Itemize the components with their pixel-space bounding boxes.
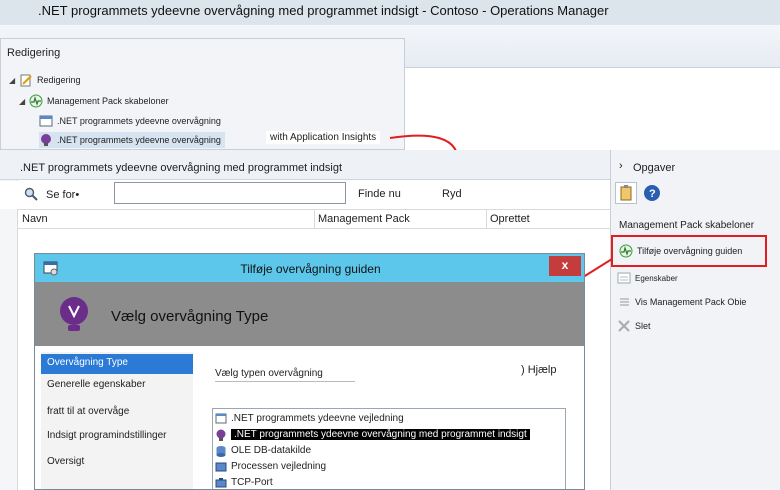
tasks-section-header: Management Pack skabeloner	[619, 220, 755, 231]
list-item-label: Processen vejledning	[231, 461, 327, 472]
step-summary[interactable]: Oversigt	[41, 453, 193, 473]
task-label: Tilføje overvågning guiden	[637, 246, 743, 256]
list-item-label: TCP-Port	[231, 477, 273, 488]
tree-item-label: .NET programmets ydeevne overvågning	[57, 116, 221, 126]
search-bar: Se for• Finde nu Ryd	[0, 181, 610, 209]
task-delete[interactable]: Slet	[617, 319, 651, 333]
list-item-selected[interactable]: .NET programmets ydeevne overvågning med…	[215, 427, 530, 442]
help-link[interactable]: ) Hjælp	[521, 364, 556, 376]
view-header: .NET programmets ydeevne overvågning med…	[0, 150, 610, 180]
task-label: Vis Management Pack Obie	[635, 297, 747, 307]
svg-text:?: ?	[649, 188, 656, 200]
list-item-label: .NET programmets ydeevne vejledning	[231, 413, 404, 424]
lightbulb-icon	[39, 133, 53, 147]
wizard-banner: Vælg overvågning Type	[35, 282, 584, 346]
monitor-wave-icon	[619, 244, 633, 258]
tree-item-dotnet-monitoring[interactable]: .NET programmets ydeevne overvågning	[39, 113, 221, 129]
list-item[interactable]: .NET programmets ydeevne vejledning	[215, 411, 404, 426]
list-item[interactable]: OLE DB-datakilde	[215, 443, 311, 458]
lightbulb-icon	[57, 296, 91, 339]
delete-x-icon	[617, 319, 631, 333]
tree-item-authoring[interactable]: ◢ Redigering	[9, 72, 81, 88]
search-label: Se for•	[46, 189, 80, 201]
close-button[interactable]: x	[549, 256, 581, 276]
tree-item-dotnet-insight[interactable]: .NET programmets ydeevne overvågning	[39, 132, 225, 148]
list-item-label: .NET programmets ydeevne overvågning med…	[231, 429, 530, 440]
view-title: .NET programmets ydeevne overvågning med…	[20, 162, 343, 174]
task-view-management-pack[interactable]: Vis Management Pack Obie	[617, 295, 746, 309]
column-management-pack[interactable]: Management Pack	[318, 213, 410, 225]
process-icon	[215, 461, 227, 473]
tree-item-label: .NET programmets ydeevne overvågning	[57, 135, 221, 145]
list-item[interactable]: Processen vejledning	[215, 459, 326, 474]
add-monitoring-wizard-dialog: Tilføje overvågning guiden x Vælg overvå…	[34, 253, 585, 490]
column-name[interactable]: Navn	[22, 213, 48, 225]
list-item-label: OLE DB-datakilde	[231, 445, 312, 456]
help-tab-icon[interactable]: ?	[643, 184, 661, 204]
results-grid-header: Navn Management Pack Oprettet	[18, 209, 610, 229]
column-divider[interactable]	[486, 210, 487, 229]
step-what-to-monitor[interactable]: fratt til at overvåge	[41, 403, 193, 423]
column-divider[interactable]	[314, 210, 315, 229]
tasks-header: Opgaver	[633, 162, 676, 174]
wizard-steps: Overvågning Type Generelle egenskaber fr…	[41, 352, 193, 489]
expand-tasks-icon[interactable]: ›	[619, 160, 623, 172]
window-title: .NET programmets ydeevne overvågning med…	[0, 0, 780, 25]
lightbulb-icon	[215, 429, 227, 441]
tree-item-label: Management Pack skabeloner	[47, 96, 169, 106]
application-insights-callout: with Application Insights	[266, 131, 381, 144]
wizard-banner-title: Vælg overvågning Type	[111, 308, 269, 325]
window-icon	[215, 413, 227, 425]
wizard-title-bar: Tilføje overvågning guiden x	[35, 254, 584, 282]
task-add-monitoring-wizard[interactable]: Tilføje overvågning guiden	[611, 235, 767, 267]
search-input[interactable]	[114, 182, 346, 204]
tasks-tab[interactable]	[615, 182, 637, 204]
search-icon	[24, 187, 38, 206]
task-label: Egenskaber	[635, 273, 678, 283]
step-general-properties[interactable]: Generelle egenskaber	[41, 376, 193, 396]
tree-item-templates[interactable]: ◢ Management Pack skabeloner	[19, 93, 169, 109]
task-label: Slet	[635, 321, 651, 331]
collapse-triangle-icon[interactable]: ◢	[9, 76, 19, 85]
clear-button[interactable]: Ryd	[442, 188, 462, 200]
network-port-icon	[215, 477, 227, 489]
find-now-button[interactable]: Finde nu	[358, 188, 401, 200]
window-icon	[39, 114, 53, 128]
clipboard-icon	[620, 185, 632, 201]
task-properties[interactable]: Egenskaber	[617, 271, 678, 285]
step-insight-settings[interactable]: Indsigt programindstillinger	[41, 427, 193, 447]
tasks-pane: › Opgaver ? Management Pack skabeloner T…	[610, 150, 780, 490]
monitor-wave-icon	[29, 94, 43, 108]
monitoring-type-list[interactable]: .NET programmets ydeevne vejledning .NET…	[212, 408, 566, 489]
database-icon	[215, 445, 227, 457]
column-created[interactable]: Oprettet	[490, 213, 530, 225]
tree-item-label: Redigering	[37, 75, 81, 85]
wizard-title: Tilføje overvågning guiden	[240, 262, 381, 276]
collapse-triangle-icon[interactable]: ◢	[19, 97, 29, 106]
list-item[interactable]: TCP-Port	[215, 475, 273, 489]
step-monitoring-type[interactable]: Overvågning Type	[41, 354, 193, 374]
select-type-label: Vælg typen overvågning	[215, 368, 355, 382]
nav-header: Redigering	[7, 47, 61, 59]
pencil-note-icon	[19, 73, 33, 87]
